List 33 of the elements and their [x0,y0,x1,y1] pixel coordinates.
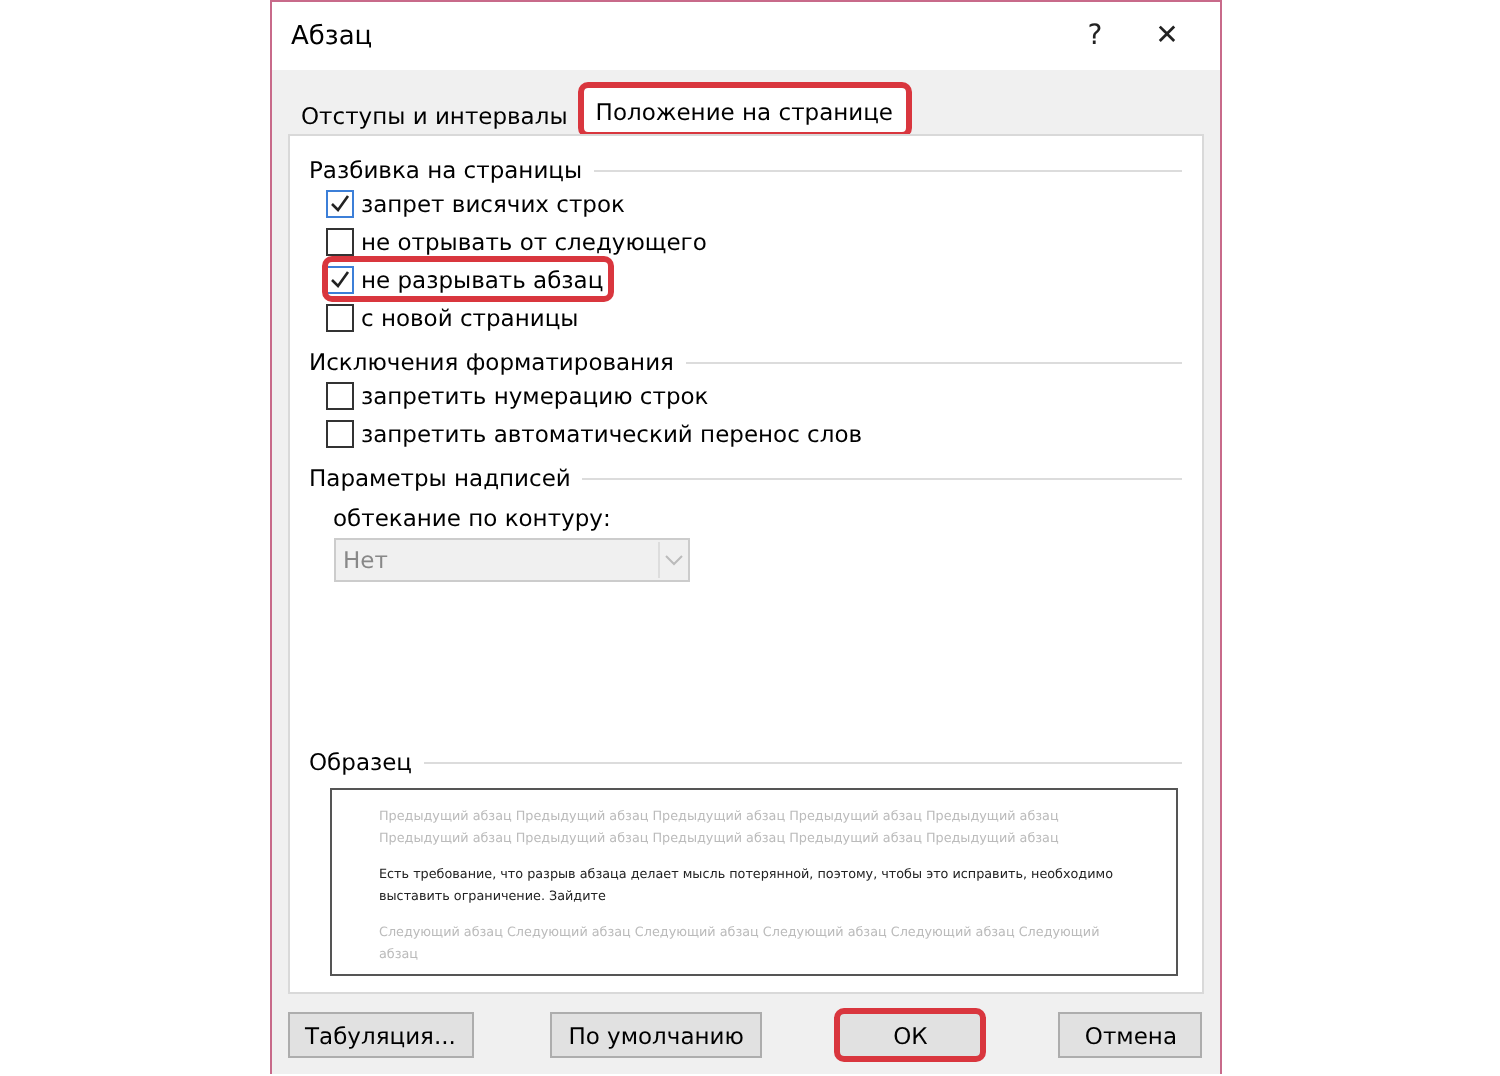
dropdown-label: обтекание по контуру: [333,504,613,532]
checkbox-label: запрет висячих строк [361,189,625,217]
section-title: Исключения форматирования [309,348,674,376]
dialog-button[interactable]: По умолчанию [550,1012,762,1058]
checkbox[interactable] [325,189,353,217]
checkbox-row[interactable]: не разрывать абзац [325,260,610,298]
checkbox-row[interactable]: запрет висячих строк [325,184,631,222]
section-title: Разбивка на страницы [309,156,583,184]
checkbox-row[interactable]: не отрывать от следующего [325,222,713,260]
dialog-button[interactable]: Отмена [1058,1012,1203,1058]
checkbox-label: не разрывать абзац [361,265,604,293]
checkbox[interactable] [325,303,353,331]
checkbox[interactable] [325,381,353,409]
checkbox[interactable] [325,227,353,255]
checkbox-label: запретить автоматический перенос слов [361,419,863,447]
checkbox[interactable] [325,265,353,293]
checkbox-row[interactable]: с новой страницы [325,298,585,336]
tab[interactable]: Положение на странице [581,86,908,134]
checkbox-row[interactable]: запретить нумерацию строк [325,376,715,414]
dialog-button[interactable]: ОК [838,1012,983,1058]
checkbox-label: не отрывать от следующего [361,227,707,255]
chevron-down-icon [657,542,687,578]
section-title: Параметры надписей [309,464,571,492]
checkbox-row[interactable]: запретить автоматический перенос слов [325,414,869,452]
checkbox-label: с новой страницы [361,303,579,331]
close-button[interactable]: ✕ [1131,8,1203,64]
section-title: Образец [309,748,413,776]
dialog-button[interactable]: Табуляция... [287,1012,474,1058]
tab[interactable]: Отступы и интервалы [287,94,582,134]
checkbox-label: запретить нумерацию строк [361,381,709,409]
checkbox[interactable] [325,419,353,447]
help-button[interactable]: ? [1059,8,1131,64]
window-title: Абзац [291,21,375,51]
